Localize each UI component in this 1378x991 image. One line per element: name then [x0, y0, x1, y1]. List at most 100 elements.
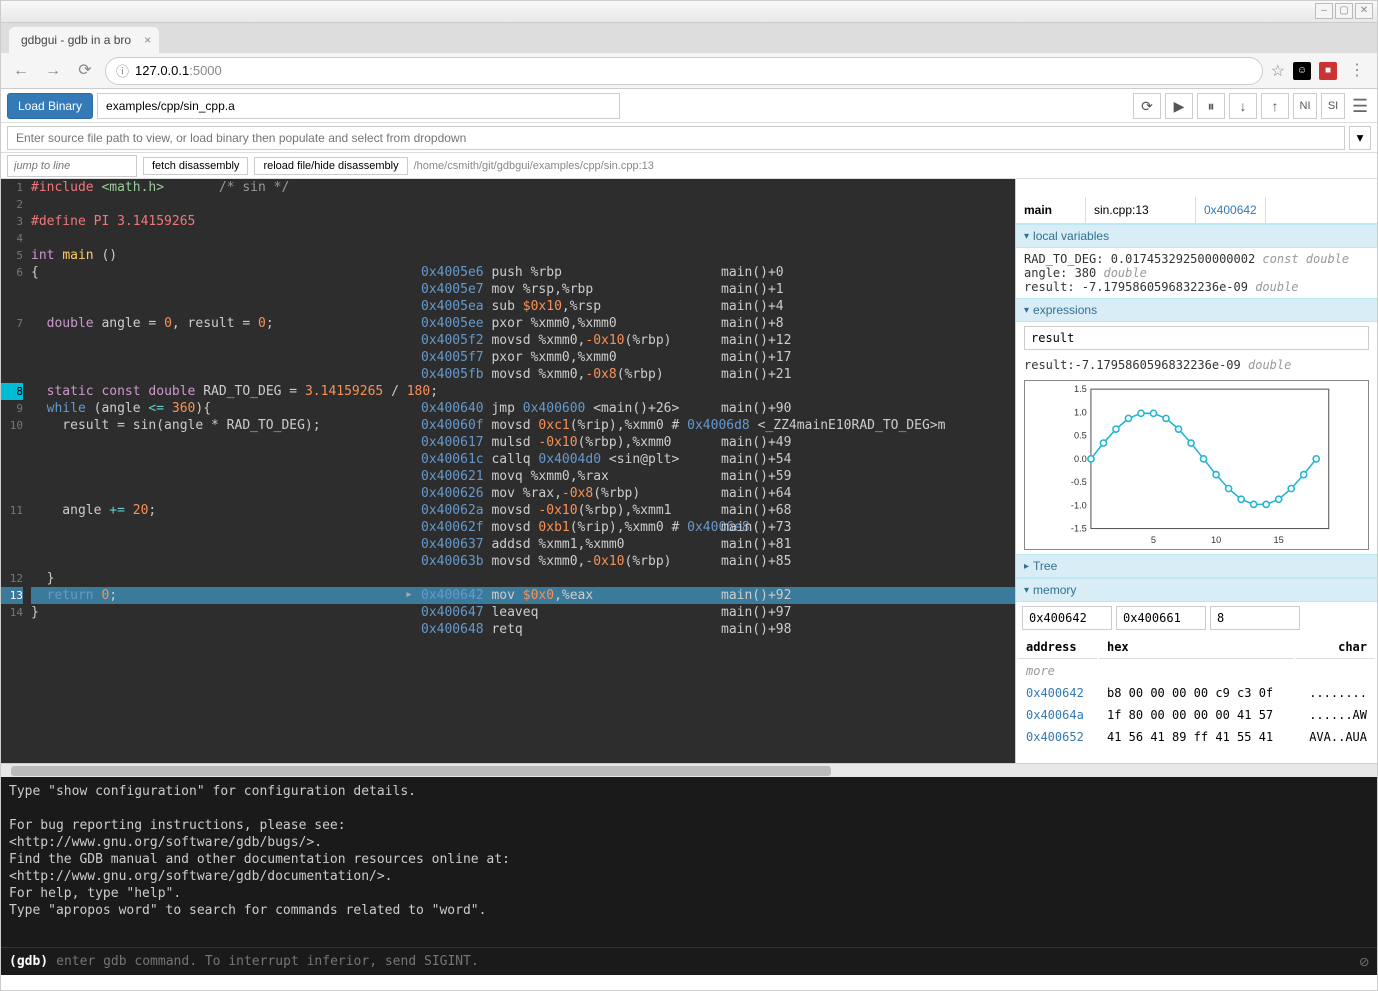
code-toolbar: fetch disassembly reload file/hide disas… [1, 153, 1377, 179]
memory-address[interactable]: 0x400642 [1018, 683, 1097, 703]
step-out-button[interactable]: ↑ [1261, 93, 1289, 119]
source-dropdown-button[interactable]: ▾ [1349, 126, 1371, 150]
chevron-down-icon: ▾ [1024, 231, 1029, 242]
disasm-line: 0x40061c callq 0x4004d0 <sin@plt> [421, 451, 679, 468]
disasm-offset: main()+8 [721, 315, 784, 332]
disasm-offset: main()+12 [721, 332, 791, 349]
memory-address[interactable]: 0x40064a [1018, 705, 1097, 725]
load-binary-button[interactable]: Load Binary [7, 93, 93, 119]
stack-func: main [1016, 197, 1086, 223]
mem-col-hex: hex [1099, 636, 1294, 659]
memory-count-input[interactable] [1210, 606, 1300, 630]
expression-input[interactable] [1024, 326, 1369, 350]
svg-text:5: 5 [1151, 535, 1156, 545]
toolbar: Load Binary ⟳ ▶ ⏸ ↓ ↑ NI SI ☰ [1, 89, 1377, 123]
pause-button[interactable]: ⏸ [1197, 93, 1225, 119]
memory-address[interactable]: 0x400652 [1018, 727, 1097, 747]
interrupt-icon[interactable]: ⊘ [1359, 952, 1369, 971]
disasm-line: 0x400637 addsd %xmm1,%xmm0 [421, 536, 625, 553]
gdb-command-input[interactable] [56, 954, 1351, 969]
disasm-line: 0x400621 movq %xmm0,%rax [421, 468, 609, 485]
chevron-down-icon: ▾ [1024, 305, 1029, 316]
source-line[interactable]: } [31, 570, 1015, 587]
svg-text:-0.5: -0.5 [1071, 477, 1087, 487]
disasm-line: 0x400617 mulsd -0x10(%rbp),%xmm0 [421, 434, 671, 451]
memory-start-input[interactable] [1022, 606, 1112, 630]
extension-icon[interactable]: ■ [1319, 62, 1337, 80]
disasm-line: 0x400647 leaveq [421, 604, 538, 621]
svg-text:-1.5: -1.5 [1071, 524, 1087, 534]
disasm-offset: main()+17 [721, 349, 791, 366]
source-line[interactable]: #define PI 3.14159265 [31, 213, 1015, 230]
titlebar: – ▢ ✕ [1, 1, 1377, 23]
code-pane[interactable]: 1234567891011121314#include <math.h> /* … [1, 179, 1015, 763]
source-path-input[interactable] [7, 126, 1345, 150]
memory-end-input[interactable] [1116, 606, 1206, 630]
reload-file-button[interactable]: reload file/hide disassembly [254, 157, 407, 175]
forward-button[interactable]: → [41, 59, 65, 83]
reload-button[interactable]: ⟳ [73, 59, 97, 83]
disasm-offset: main()+64 [721, 485, 791, 502]
tab-close-icon[interactable]: × [144, 33, 151, 47]
gdb-input-row: (gdb) ⊘ [1, 947, 1377, 975]
chevron-down-icon: ▾ [1024, 585, 1029, 596]
expressions-panel-header[interactable]: ▾expressions [1016, 298, 1377, 322]
mem-col-char: char [1296, 636, 1375, 659]
continue-button[interactable]: ▶ [1165, 93, 1193, 119]
svg-text:1.5: 1.5 [1074, 384, 1087, 394]
source-line[interactable]: static const double RAD_TO_DEG = 3.14159… [31, 383, 1015, 400]
source-line[interactable] [31, 196, 1015, 213]
bookmark-icon[interactable]: ☆ [1271, 61, 1285, 81]
disasm-line: 0x40063b movsd %xmm0,-0x10(%rbp) [421, 553, 671, 570]
source-bar: ▾ [1, 123, 1377, 153]
svg-text:0.0: 0.0 [1074, 454, 1087, 464]
current-file-path: /home/csmith/git/gdbgui/examples/cpp/sin… [414, 160, 654, 172]
stack-addr: 0x400642 [1196, 197, 1266, 223]
disasm-line: 0x4005ea sub $0x10,%rsp [421, 298, 601, 315]
expression-chart: -1.5-1.0-0.50.00.51.01.551015 [1024, 380, 1369, 550]
memory-row: 0x400642b8 00 00 00 00 c9 c3 0f........ [1018, 683, 1375, 703]
url-input[interactable]: ⓘ 127.0.0.1:5000 [105, 57, 1263, 85]
browser-menu-icon[interactable]: ⋮ [1345, 59, 1369, 83]
side-pane: main sin.cpp:13 0x400642 ▾local variable… [1015, 179, 1377, 763]
source-line[interactable]: int main () [31, 247, 1015, 264]
memory-panel-header[interactable]: ▾memory [1016, 578, 1377, 602]
svg-text:1.0: 1.0 [1074, 407, 1087, 417]
disasm-offset: main()+49 [721, 434, 791, 451]
browser-tab[interactable]: gdbgui - gdb in a bro × [9, 27, 159, 53]
settings-menu-icon[interactable]: ☰ [1349, 93, 1371, 119]
disasm-offset: main()+85 [721, 553, 791, 570]
next-instruction-button[interactable]: NI [1293, 93, 1317, 119]
tree-panel-header[interactable]: ▸Tree [1016, 554, 1377, 578]
minimize-button[interactable]: – [1315, 3, 1333, 19]
info-icon: ⓘ [116, 61, 129, 80]
disasm-offset: main()+0 [721, 264, 784, 281]
horizontal-scrollbar[interactable] [1, 763, 1377, 777]
disasm-offset: main()+21 [721, 366, 791, 383]
binary-path-input[interactable] [97, 93, 620, 119]
disasm-line: 0x4005e7 mov %rsp,%rbp [421, 281, 593, 298]
source-line[interactable]: #include <math.h> /* sin */ [31, 179, 1015, 196]
memory-table: address hex char more0x400642b8 00 00 00… [1016, 634, 1377, 749]
stack-frame-row[interactable]: main sin.cpp:13 0x400642 [1016, 197, 1377, 224]
memory-row: 0x40065241 56 41 89 ff 41 55 41AVA..AUA [1018, 727, 1375, 747]
console-output: Type "show configuration" for configurat… [1, 777, 1377, 947]
disasm-line: 0x40060f movsd 0xc1(%rip),%xmm0 # 0x4006… [421, 417, 945, 434]
disasm-line: 0x4005f7 pxor %xmm0,%xmm0 [421, 349, 617, 366]
current-instruction-arrow-icon: ▸ [405, 587, 413, 602]
close-button[interactable]: ✕ [1355, 3, 1373, 19]
maximize-button[interactable]: ▢ [1335, 3, 1353, 19]
jump-to-line-input[interactable] [7, 155, 137, 177]
locals-panel-header[interactable]: ▾local variables [1016, 224, 1377, 248]
disasm-offset: main()+92 [721, 587, 791, 604]
extension-icon[interactable]: ☺ [1293, 62, 1311, 80]
restart-button[interactable]: ⟳ [1133, 93, 1161, 119]
step-instruction-button[interactable]: SI [1321, 93, 1345, 119]
source-line[interactable] [31, 230, 1015, 247]
disasm-line: 0x4005e6 push %rbp [421, 264, 562, 281]
memory-more-link[interactable]: more [1018, 661, 1375, 681]
chevron-right-icon: ▸ [1024, 561, 1029, 572]
step-over-button[interactable]: ↓ [1229, 93, 1257, 119]
back-button[interactable]: ← [9, 59, 33, 83]
fetch-disassembly-button[interactable]: fetch disassembly [143, 157, 248, 175]
